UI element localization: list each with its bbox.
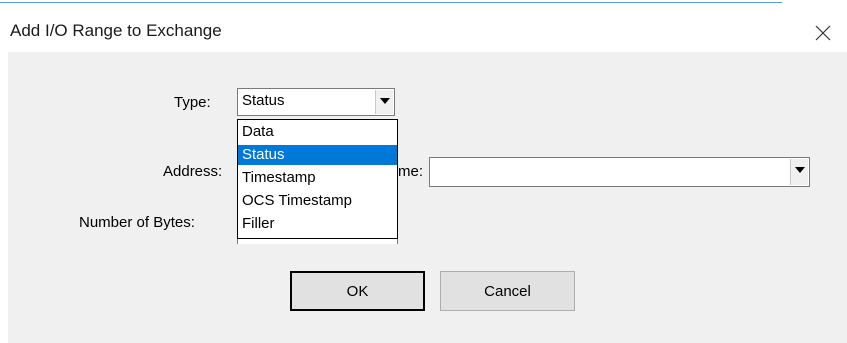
dropdown-option-status[interactable]: Status xyxy=(238,145,397,165)
chevron-down-icon xyxy=(380,98,390,104)
name-combobox[interactable] xyxy=(429,157,810,187)
chevron-down-icon xyxy=(795,167,805,173)
number-of-bytes-label: Number of Bytes: xyxy=(79,214,195,231)
dropdown-option-ocs-timestamp[interactable]: OCS Timestamp xyxy=(238,191,397,211)
type-dropdown-list[interactable]: Data Status Timestamp OCS Timestamp Fill… xyxy=(237,119,398,239)
name-combobox-button[interactable] xyxy=(790,159,808,185)
active-window-border xyxy=(0,2,782,3)
address-label: Address: xyxy=(163,163,223,180)
cancel-button[interactable]: Cancel xyxy=(440,271,575,311)
dropdown-option-data[interactable]: Data xyxy=(238,122,397,142)
type-combobox[interactable]: Status xyxy=(237,88,395,116)
dropdown-option-filler[interactable]: Filler xyxy=(238,214,397,234)
title-bar: Add I/O Range to Exchange xyxy=(0,6,847,52)
close-icon[interactable] xyxy=(812,22,834,44)
type-combobox-button[interactable] xyxy=(375,90,393,114)
dropdown-option-timestamp[interactable]: Timestamp xyxy=(238,168,397,188)
name-label: me: xyxy=(398,163,424,180)
dialog-body xyxy=(8,52,847,343)
ok-button[interactable]: OK xyxy=(290,271,425,311)
type-label: Type: xyxy=(174,94,211,111)
dialog-title: Add I/O Range to Exchange xyxy=(10,21,222,40)
type-combobox-value: Status xyxy=(242,92,285,109)
